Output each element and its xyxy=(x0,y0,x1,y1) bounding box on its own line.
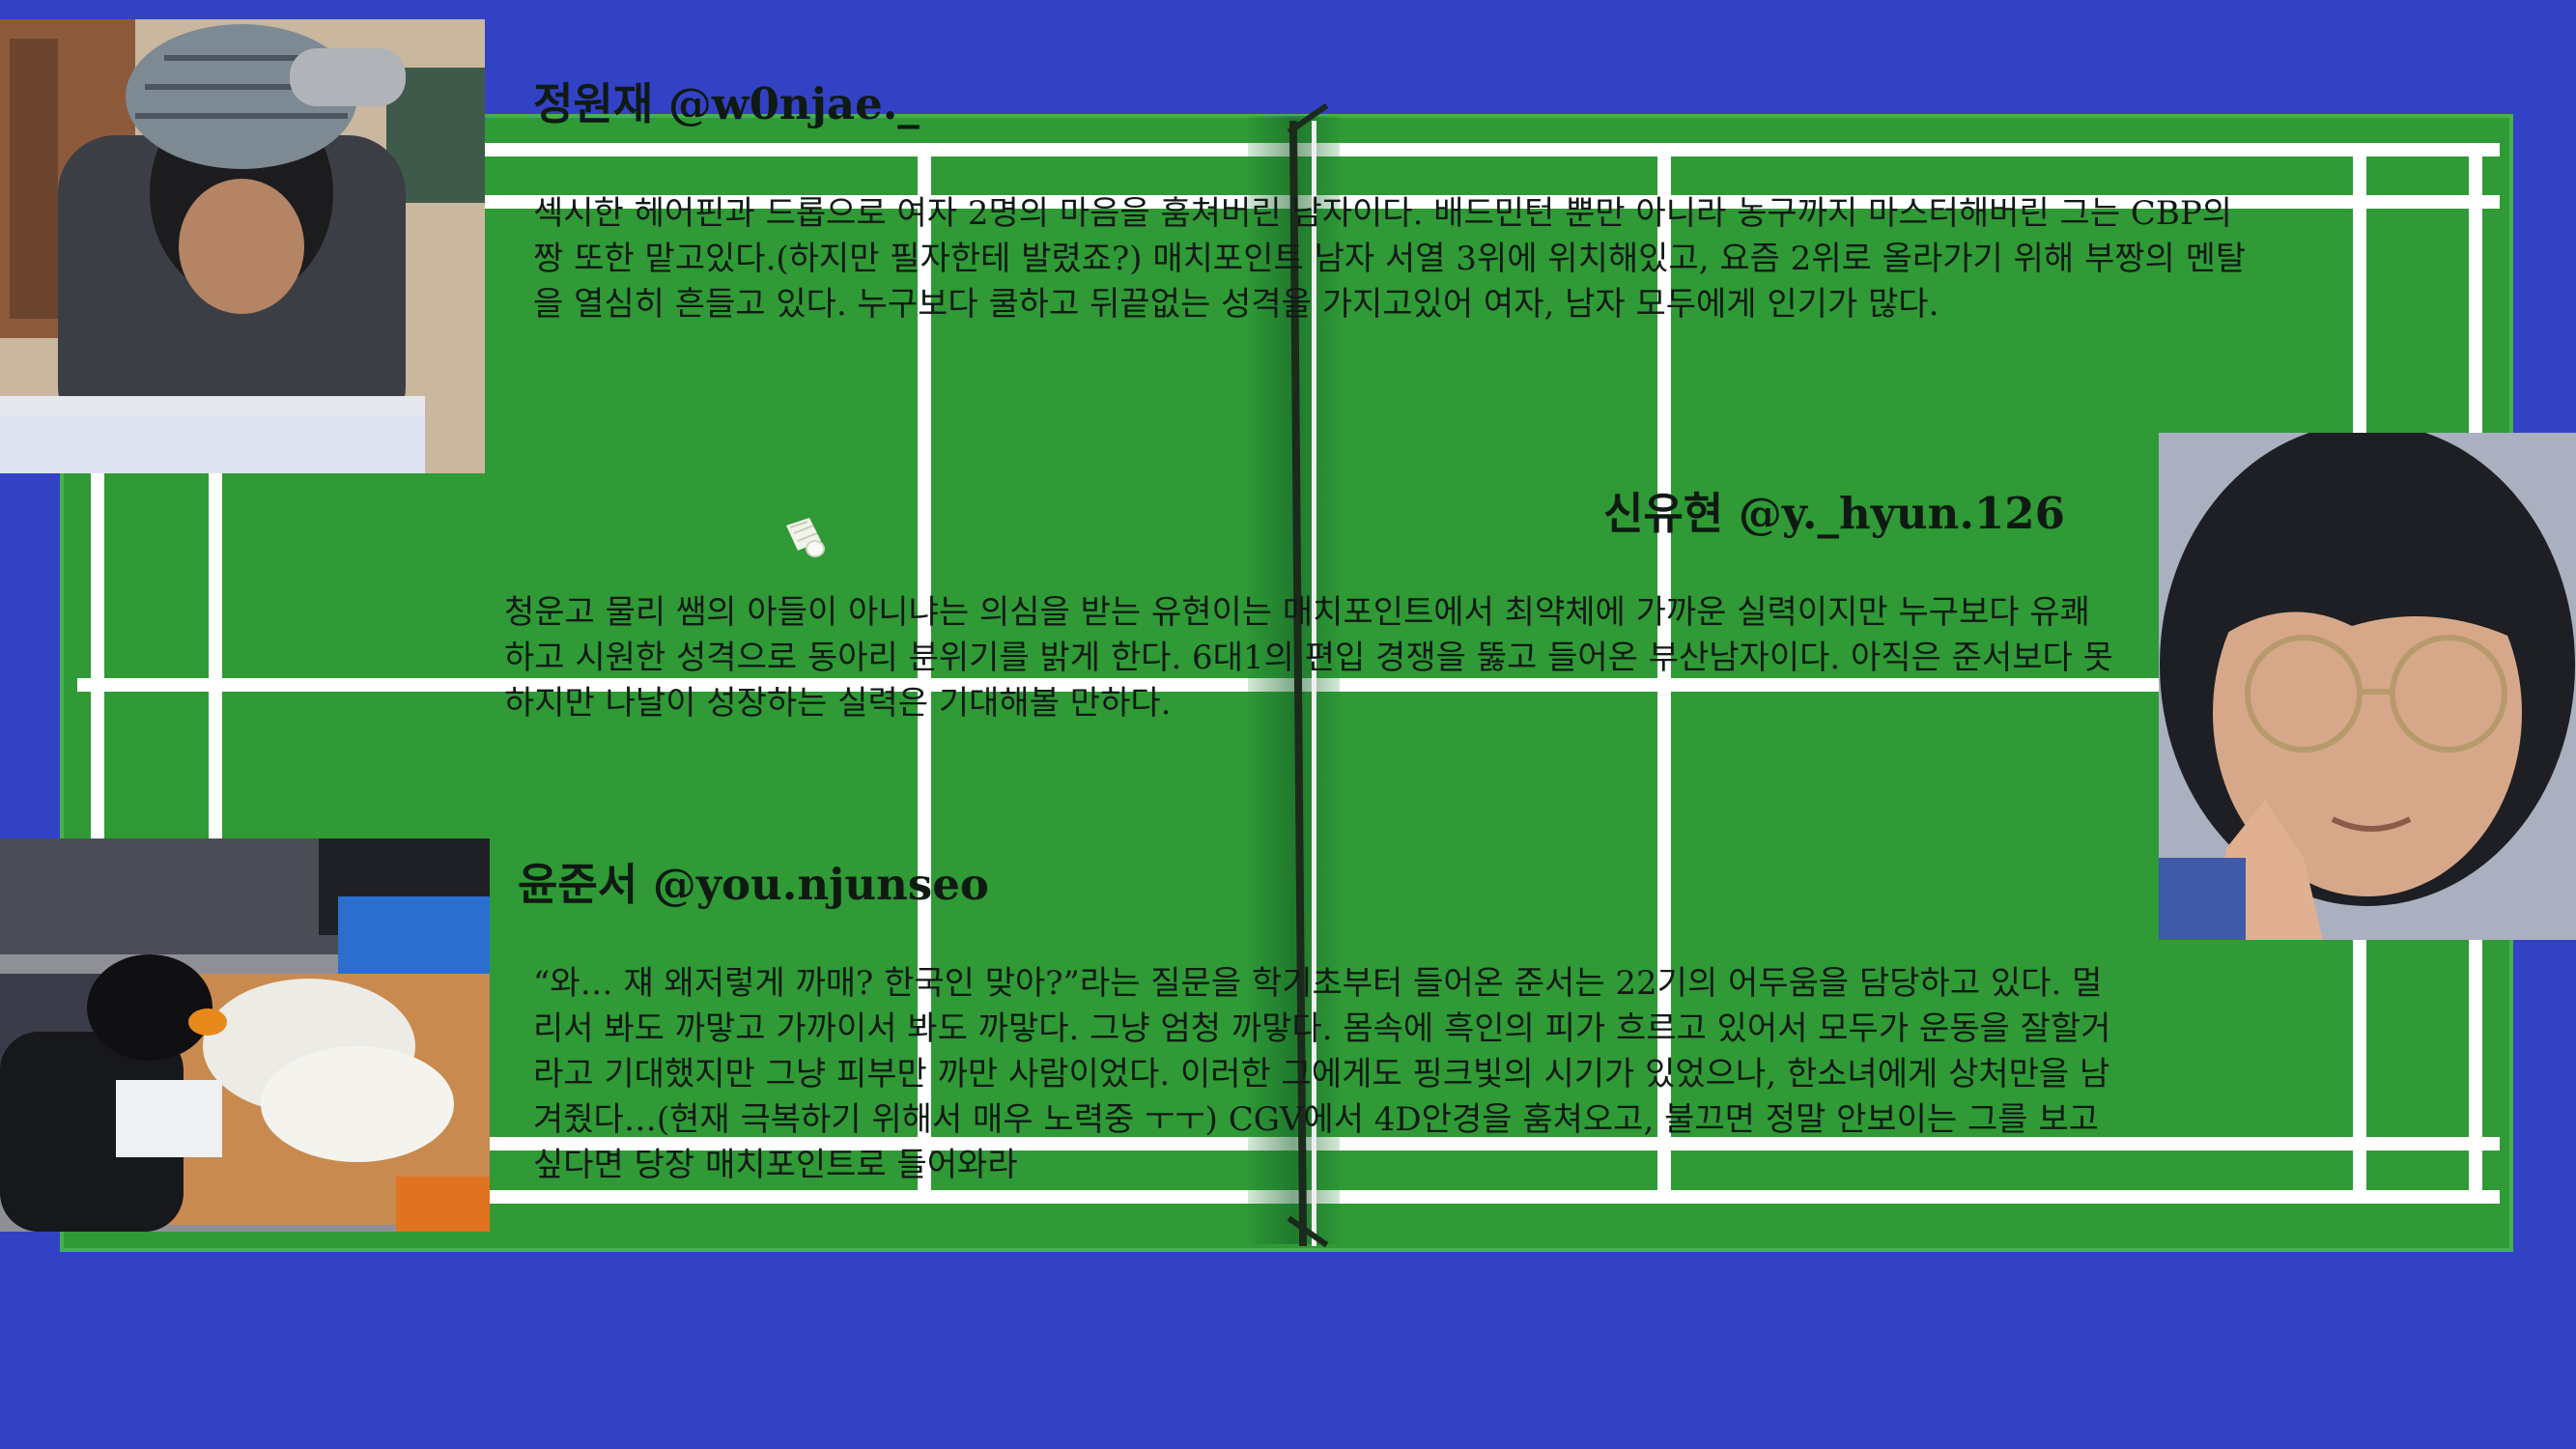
member-bio-junseo: “와… 쟤 왜저렇게 까매? 한국인 맞아?”라는 질문을 학기초부터 들어온 … xyxy=(533,964,2111,1184)
member-photo-wonjae xyxy=(0,19,485,473)
member-photo-yuhyun xyxy=(2159,433,2576,940)
member-handle: @w0njae._ xyxy=(667,78,920,129)
member-name: 정원재 xyxy=(533,78,654,129)
member-heading-wonjae: 정원재 @w0njae._ xyxy=(533,77,920,131)
member-bio-wonjae: 섹시한 헤어핀과 드롭으로 여자 2명의 마음을 훔쳐버린 남자이다. 배드민턴… xyxy=(533,194,2247,324)
member-handle: @y._hyun.126 xyxy=(1738,488,2065,539)
member-name: 윤준서 xyxy=(518,859,638,910)
member-handle: @you.njunseo xyxy=(652,859,989,910)
member-bio-yuhyun: 청운고 물리 쌤의 아들이 아니냐는 의심을 받는 유현이는 매치포인트에서 최… xyxy=(504,593,2113,723)
member-name: 신유현 xyxy=(1603,488,1724,539)
member-heading-yuhyun: 신유현 @y._hyun.126 xyxy=(1603,487,2065,541)
member-heading-junseo: 윤준서 @you.njunseo xyxy=(518,858,989,912)
shuttlecock-icon xyxy=(786,518,825,557)
member-photo-junseo xyxy=(0,838,490,1232)
